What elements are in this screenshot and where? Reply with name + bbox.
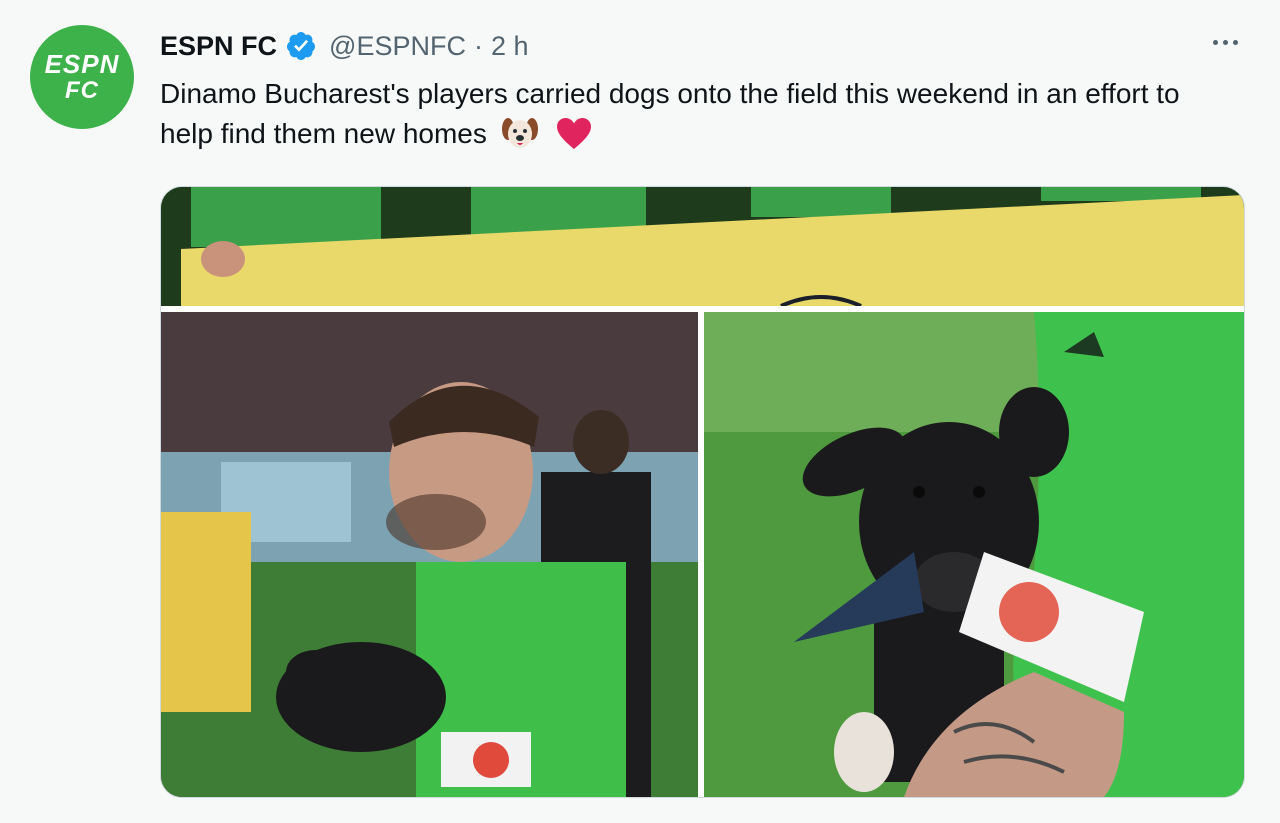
avatar-logo-line1: ESPN (44, 49, 120, 79)
tweet-text: Dinamo Bucharest's players carried dogs … (160, 78, 1180, 149)
tweet-header: ESPN FC @ESPNFC · 2 h (160, 30, 529, 62)
red-heart-emoji-icon (556, 117, 592, 151)
author-handle[interactable]: @ESPNFC (329, 31, 466, 62)
photo-player-with-puppy[interactable] (161, 312, 698, 797)
photo-puppy-closeup[interactable] (704, 312, 1244, 797)
tweet-text-block: Dinamo Bucharest's players carried dogs … (160, 74, 1240, 154)
verified-badge-icon (285, 30, 317, 62)
author-name[interactable]: ESPN FC (160, 31, 277, 62)
separator-dot: · (473, 30, 483, 61)
more-options-icon[interactable] (1211, 34, 1240, 51)
avatar[interactable]: ESPN FC (30, 25, 134, 129)
tweet-timestamp[interactable]: 2 h (491, 31, 529, 62)
tweet[interactable]: ESPN FC ESPN FC @ESPNFC · 2 h Dinamo Buc… (0, 0, 1280, 823)
media-grid (160, 186, 1245, 798)
avatar-logo-line2: FC (65, 77, 99, 104)
dog-face-emoji-icon (501, 115, 539, 151)
photo-banner-players[interactable] (161, 187, 1244, 306)
